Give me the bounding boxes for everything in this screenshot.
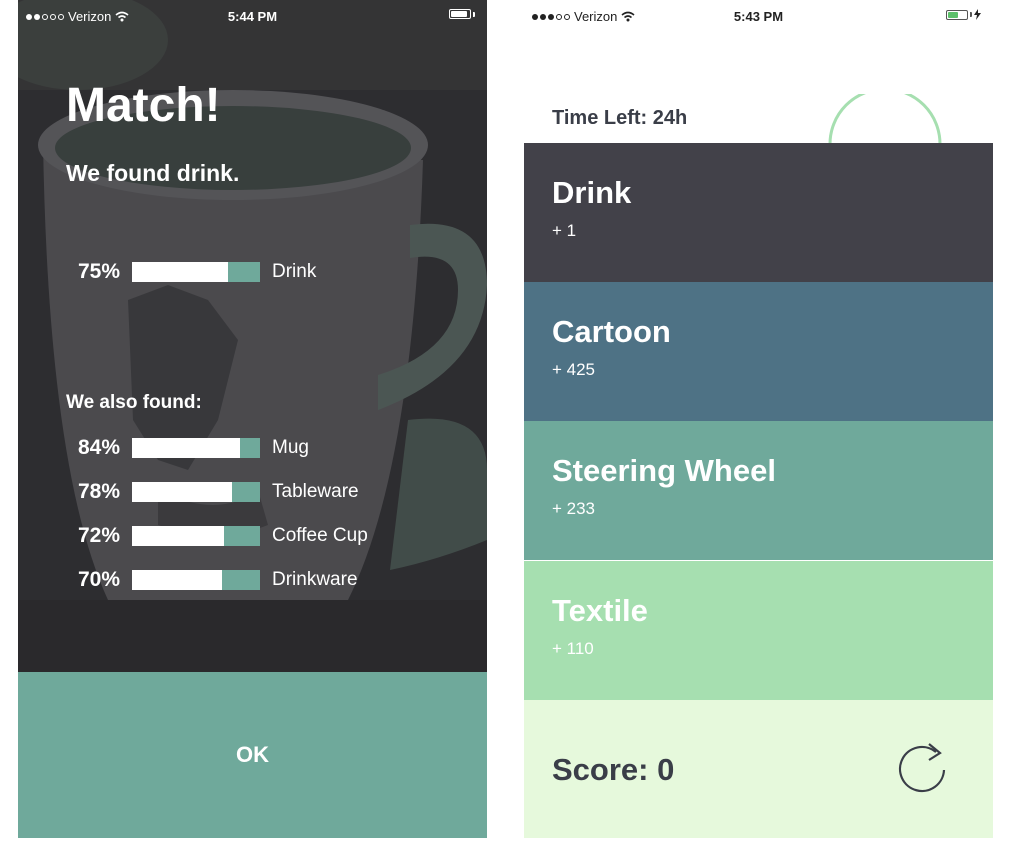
confidence-bar (132, 482, 260, 502)
primary-result-row: 75% Drink (58, 260, 317, 283)
status-time: 5:43 PM (733, 9, 784, 24)
category-steering-wheel[interactable]: Steering Wheel + 233 (524, 421, 993, 560)
category-points: + 1 (552, 221, 577, 240)
category-points: + 233 (552, 499, 596, 518)
result-label: Coffee Cup (272, 525, 368, 546)
battery-icon (946, 9, 981, 20)
confidence-bar (132, 570, 260, 590)
confidence-bar (132, 526, 260, 546)
time-left-label: Time Left: (552, 107, 648, 129)
result-label: Drinkware (272, 569, 358, 590)
category-cartoon[interactable]: Cartoon + 425 (524, 282, 993, 421)
score-bar: Score: 0 (524, 700, 993, 838)
result-percent: 84% (77, 436, 120, 459)
categories-screen: Verizon 5:43 PM Time Left: 24h Drink + 1… (524, 0, 993, 838)
result-label: Mug (272, 437, 309, 458)
also-found-row: 70% Drinkware (58, 568, 358, 591)
time-left-value: 24h (652, 107, 688, 129)
also-found-heading: We also found: (66, 392, 202, 413)
category-name: Textile (552, 593, 648, 628)
status-bar: Verizon 5:43 PM (524, 0, 993, 32)
result-percent: 78% (77, 480, 120, 503)
match-screen: Verizon 5:44 PM Match! We found drink. 7… (18, 0, 487, 838)
confidence-bar (132, 262, 260, 282)
result-label: Drink (272, 261, 317, 282)
result-percent: 72% (77, 524, 120, 547)
score-label: Score: 0 (552, 752, 675, 787)
result-label: Tableware (272, 481, 359, 502)
also-found-row: 72% Coffee Cup (58, 524, 368, 547)
refresh-icon[interactable] (896, 740, 950, 800)
match-title: Match! (66, 79, 221, 132)
also-found-row: 84% Mug (58, 436, 309, 459)
battery-icon (449, 9, 475, 19)
status-bar: Verizon 5:44 PM (18, 0, 487, 32)
confidence-bar (132, 438, 260, 458)
category-name: Steering Wheel (552, 453, 776, 488)
category-points: + 425 (552, 360, 596, 379)
also-found-row: 78% Tableware (58, 480, 359, 503)
found-subtitle: We found drink. (66, 160, 240, 186)
category-textile[interactable]: Textile + 110 (524, 561, 993, 700)
ok-button[interactable]: OK (18, 672, 487, 838)
category-name: Drink (552, 175, 632, 210)
category-drink[interactable]: Drink + 1 (524, 143, 993, 282)
result-percent: 75% (77, 260, 120, 283)
status-time: 5:44 PM (227, 9, 278, 24)
charging-bolt-icon (974, 9, 981, 20)
result-percent: 70% (77, 568, 120, 591)
timer-ring-icon (828, 94, 942, 145)
time-left: Time Left: 24h (552, 107, 687, 130)
category-name: Cartoon (552, 314, 671, 349)
category-points: + 110 (552, 639, 594, 658)
